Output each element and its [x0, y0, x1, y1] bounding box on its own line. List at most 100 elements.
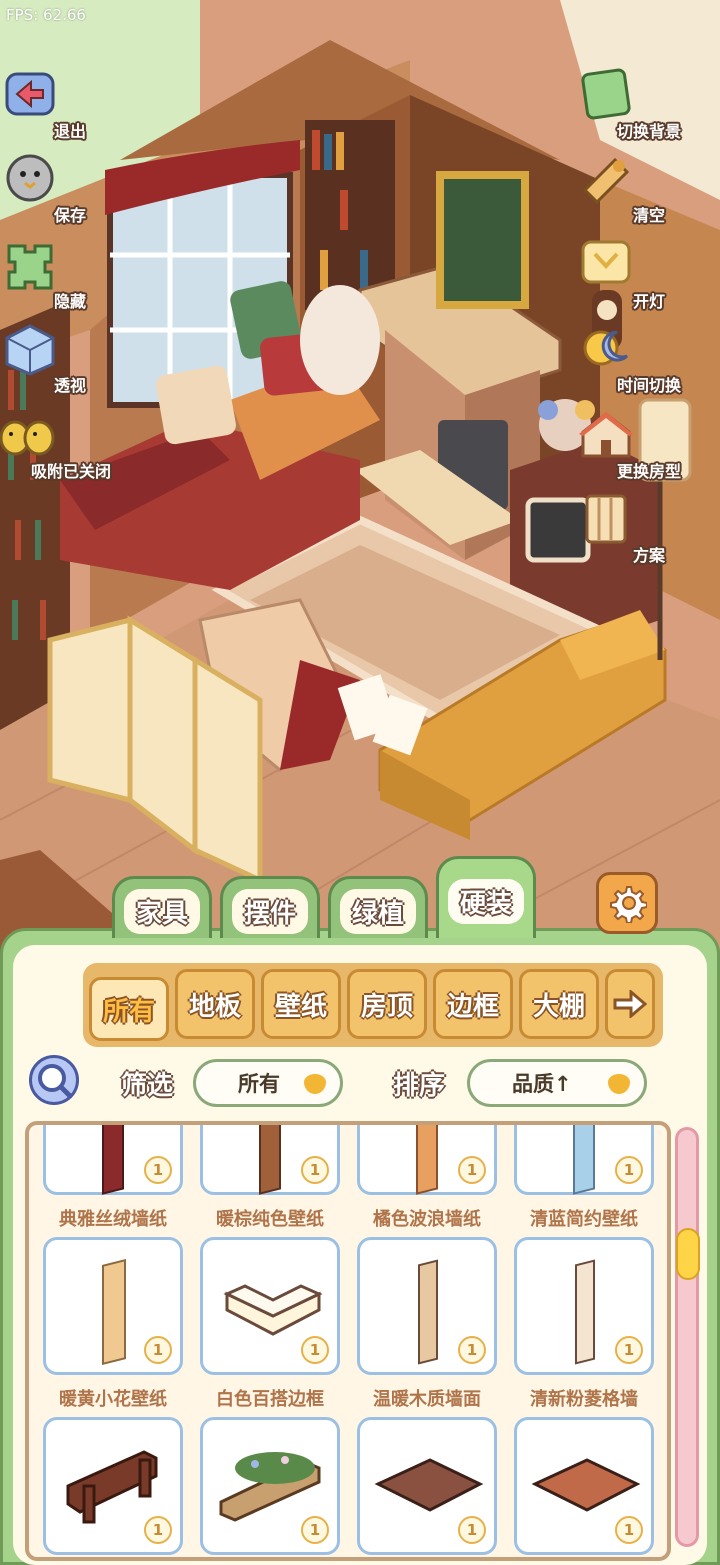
subtab-all[interactable]: 所有 — [89, 977, 169, 1041]
clear-button[interactable]: 清空 — [582, 150, 692, 228]
tab-plants[interactable]: 绿植 — [328, 876, 428, 938]
count-badge: 1 — [301, 1336, 329, 1364]
item-card[interactable]: 1 — [43, 1417, 183, 1557]
count-badge: 1 — [615, 1516, 643, 1544]
light-button[interactable]: 开灯 — [581, 236, 692, 314]
subtab-canopy[interactable]: 大棚 — [519, 969, 599, 1039]
item-thumb: 1 — [200, 1237, 340, 1375]
filter-dropdown[interactable]: 所有 — [193, 1059, 343, 1107]
snap-label: 吸附已关闭 — [30, 462, 111, 481]
item-card[interactable]: 1 暖棕纯色壁纸 — [200, 1125, 340, 1231]
item-card[interactable]: 1 — [200, 1417, 340, 1557]
item-thumb: 1 — [357, 1237, 497, 1375]
scrollbar-thumb[interactable] — [676, 1228, 700, 1280]
item-name: 暖棕纯色壁纸 — [216, 1209, 324, 1230]
item-thumb: 1 — [514, 1237, 654, 1375]
count-badge: 1 — [301, 1516, 329, 1544]
item-card[interactable]: 1 清新粉菱格墙 — [514, 1237, 654, 1411]
save-icon — [6, 154, 54, 202]
item-thumb: 1 — [43, 1237, 183, 1375]
perspective-icon — [5, 324, 55, 376]
item-card[interactable]: 1 暖黄小花壁纸 — [43, 1237, 183, 1411]
background-icon — [581, 68, 631, 120]
save-button[interactable]: 保存 — [6, 150, 110, 228]
time-icon — [583, 330, 629, 366]
count-badge: 1 — [301, 1156, 329, 1184]
room-scene[interactable]: FPS: 62.66 退出 保存 隐藏 透视 吸附已关闭 切换背景 清空 开灯 … — [0, 0, 720, 960]
time-switch-label: 时间切换 — [616, 376, 681, 395]
tab-furniture-label: 家具 — [123, 889, 200, 934]
item-thumb: 1 — [200, 1125, 340, 1195]
item-grid: 1 典雅丝绒墙纸 1 暖棕纯色壁纸 1 橘色波浪墙纸 1 清蓝简约壁纸 1 暖黄… — [25, 1121, 671, 1561]
clear-icon — [582, 157, 630, 205]
item-name: 温暖木质墙面 — [373, 1389, 481, 1410]
item-card[interactable]: 1 — [357, 1417, 497, 1557]
snap-toggle-button[interactable]: 吸附已关闭 — [0, 406, 116, 484]
build-panel-inner: 所有 地板 壁纸 房顶 边框 大棚 筛选 所有 排序 品质↑ 1 典雅丝绒墙纸 … — [13, 945, 707, 1565]
sort-dropdown[interactable]: 品质↑ — [467, 1059, 647, 1107]
floor-swatch — [374, 1458, 484, 1512]
subtab-frame[interactable]: 边框 — [433, 969, 513, 1039]
count-badge: 1 — [458, 1156, 486, 1184]
snap-icon — [0, 420, 55, 456]
chevron-down-icon — [608, 1074, 630, 1094]
change-house-button[interactable]: 更换房型 — [579, 406, 692, 484]
tab-hardware[interactable]: 硬装 — [436, 856, 536, 938]
item-name: 白色百搭边框 — [216, 1389, 324, 1410]
subtab-roof[interactable]: 房顶 — [347, 969, 427, 1039]
exit-label: 退出 — [53, 122, 86, 141]
subtab-floor[interactable]: 地板 — [175, 969, 255, 1039]
plan-icon — [585, 494, 627, 544]
item-thumb: 1 — [357, 1125, 497, 1195]
build-panel: 所有 地板 壁纸 房顶 边框 大棚 筛选 所有 排序 品质↑ 1 典雅丝绒墙纸 … — [0, 928, 720, 1565]
hide-button[interactable]: 隐藏 — [7, 236, 110, 314]
count-badge: 1 — [144, 1516, 172, 1544]
item-thumb: 1 — [43, 1417, 183, 1555]
item-card[interactable]: 1 橘色波浪墙纸 — [357, 1125, 497, 1231]
switch-background-button[interactable]: 切换背景 — [581, 66, 692, 144]
wallpaper-swatch — [102, 1259, 126, 1365]
wallpaper-swatch — [573, 1125, 595, 1195]
item-card[interactable]: 1 温暖木质墙面 — [357, 1237, 497, 1411]
tab-ornaments-label: 摆件 — [231, 889, 308, 934]
plan-button[interactable]: 方案 — [585, 490, 692, 568]
fence-swatch — [66, 1450, 158, 1524]
item-scrollbar[interactable] — [675, 1127, 700, 1547]
hide-icon — [7, 244, 53, 290]
gear-icon — [610, 886, 647, 923]
time-switch-button[interactable]: 时间切换 — [583, 320, 692, 398]
item-card[interactable]: 1 — [514, 1417, 654, 1557]
wallpaper-swatch — [259, 1125, 281, 1195]
wallpaper-swatch — [418, 1259, 438, 1365]
item-thumb: 1 — [514, 1417, 654, 1555]
item-name: 典雅丝绒墙纸 — [59, 1209, 167, 1230]
item-thumb: 1 — [200, 1417, 340, 1555]
settings-button[interactable] — [596, 872, 658, 934]
count-badge: 1 — [458, 1336, 486, 1364]
chevron-down-icon — [304, 1074, 326, 1094]
perspective-button[interactable]: 透视 — [5, 320, 110, 398]
count-badge: 1 — [144, 1156, 172, 1184]
count-badge: 1 — [615, 1156, 643, 1184]
item-card[interactable]: 1 白色百搭边框 — [200, 1237, 340, 1411]
exit-button[interactable]: 退出 — [5, 66, 110, 144]
frame-swatch — [223, 1284, 323, 1336]
search-button[interactable] — [29, 1055, 79, 1105]
vine-fence-swatch — [219, 1452, 321, 1522]
item-name: 清蓝简约壁纸 — [530, 1209, 638, 1230]
tab-furniture[interactable]: 家具 — [112, 876, 212, 938]
tab-hardware-label: 硬装 — [447, 879, 524, 924]
item-card[interactable]: 1 清蓝简约壁纸 — [514, 1125, 654, 1231]
tab-ornaments[interactable]: 摆件 — [220, 876, 320, 938]
wallpaper-swatch — [416, 1125, 438, 1195]
perspective-label: 透视 — [53, 376, 86, 395]
item-name: 橘色波浪墙纸 — [373, 1209, 481, 1230]
subtab-next-button[interactable] — [605, 969, 655, 1039]
item-card[interactable]: 1 典雅丝绒墙纸 — [43, 1125, 183, 1231]
light-icon — [581, 240, 631, 284]
sort-label: 排序 — [393, 1071, 446, 1101]
tab-plants-label: 绿植 — [339, 889, 416, 934]
item-name: 清新粉菱格墙 — [530, 1389, 638, 1410]
subtab-wallpaper[interactable]: 壁纸 — [261, 969, 341, 1039]
count-badge: 1 — [144, 1336, 172, 1364]
